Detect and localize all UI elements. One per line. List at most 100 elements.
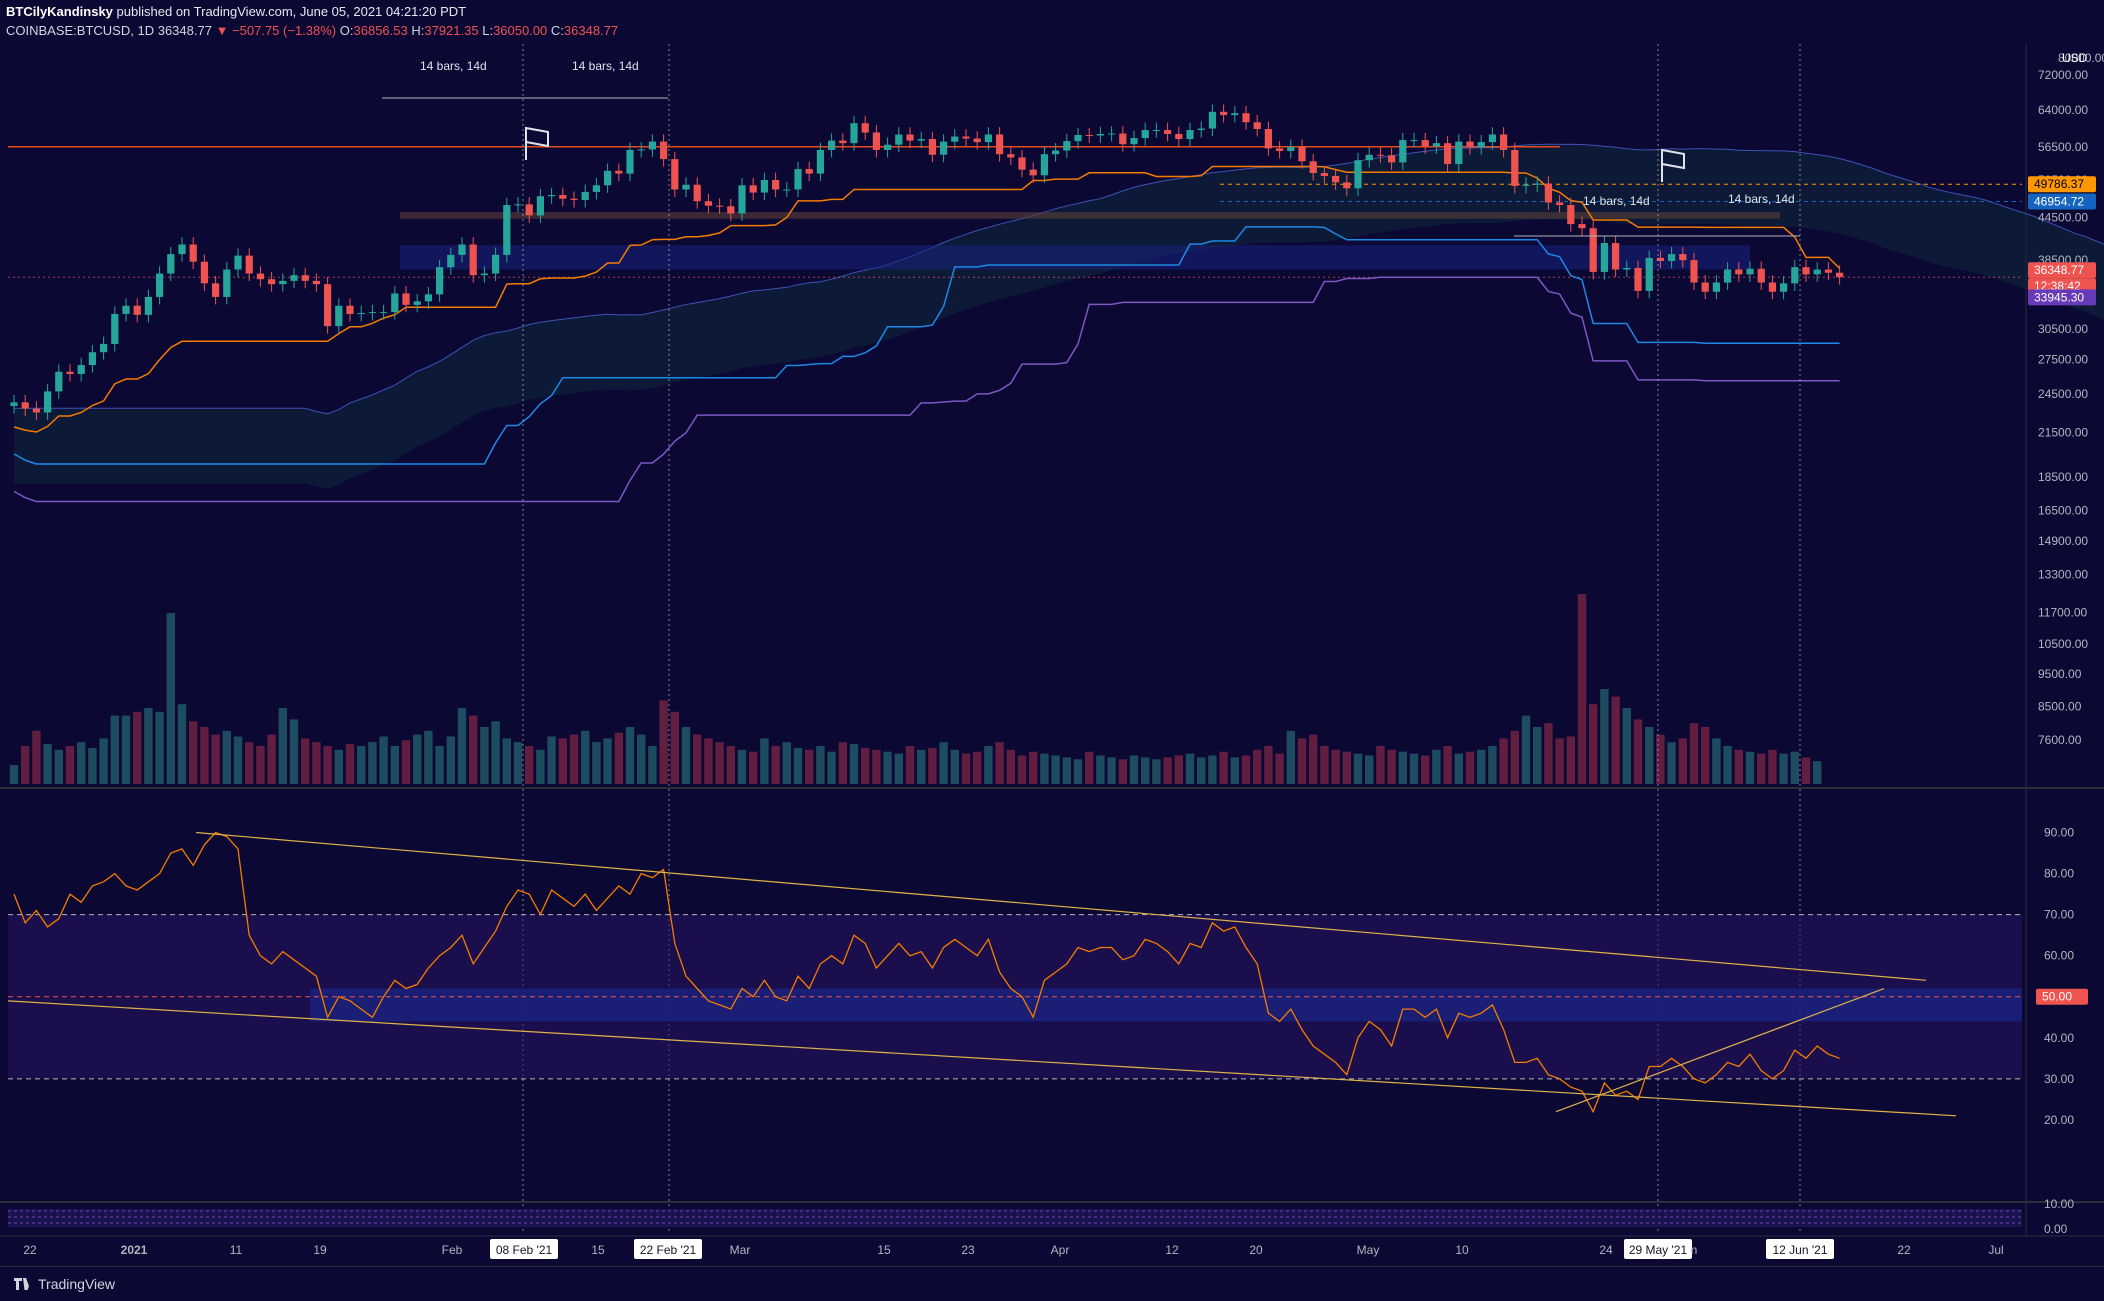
volume-bar	[592, 742, 601, 784]
candle-body	[1690, 260, 1698, 283]
price-tick-label: 72000.00	[2038, 68, 2088, 82]
volume-bar	[905, 746, 915, 784]
volume-bar	[1779, 753, 1788, 784]
candle-body	[940, 141, 948, 155]
rsi-tick-label: 10.00	[2044, 1197, 2074, 1211]
candle-body	[1287, 146, 1295, 152]
rsi-tick-label: 60.00	[2044, 949, 2074, 963]
candle-body	[44, 391, 52, 413]
time-tick-label: 12	[1165, 1243, 1179, 1257]
candle-body	[1746, 268, 1754, 275]
time-tick-label: 19	[313, 1243, 327, 1257]
volume-bar	[357, 746, 366, 784]
candle-body	[648, 141, 656, 150]
candle-body	[1634, 267, 1642, 291]
volume-bar	[1689, 723, 1699, 784]
candle-body	[559, 194, 567, 199]
candle-body	[503, 205, 511, 255]
price-tick-label: 24500.00	[2038, 387, 2088, 401]
chart-canvas[interactable]: 14 bars, 14d 14 bars, 14d 14 bars, 14d 14 b…	[0, 0, 2104, 1266]
candle-body	[144, 296, 152, 315]
price-tick-label: 8500.00	[2038, 700, 2082, 714]
candle-body	[447, 254, 455, 268]
time-tick-label: Apr	[1051, 1243, 1070, 1257]
candle-body	[1679, 254, 1687, 261]
tradingview-brand[interactable]: TradingView	[14, 1276, 115, 1292]
volume-bar	[1185, 753, 1195, 784]
candle-body	[1623, 267, 1631, 270]
rsi-tick-label: 30.00	[2044, 1072, 2074, 1086]
rsi-tick-label: 20.00	[2044, 1113, 2074, 1127]
volume-bar	[1253, 749, 1262, 784]
candle-body	[469, 244, 477, 276]
bars-note: 14 bars, 14d	[1583, 194, 1650, 208]
candle-body	[1085, 135, 1093, 137]
volume-bar	[99, 738, 108, 784]
volume-bar	[1454, 753, 1463, 784]
volume-bar	[177, 704, 187, 784]
candle-body	[189, 244, 197, 262]
candle-body	[1735, 269, 1743, 275]
volume-bar	[1555, 738, 1564, 784]
candle-body	[1208, 111, 1216, 129]
volume-bar	[984, 746, 993, 784]
candle-body	[805, 169, 813, 174]
candle-body	[1175, 134, 1183, 140]
price-tick-label: 27500.00	[2038, 353, 2088, 367]
volume-bar	[1533, 727, 1542, 784]
candle-body	[772, 179, 780, 190]
candle-body	[951, 136, 959, 142]
highlight-zone	[400, 245, 1750, 270]
volume-bar	[928, 747, 937, 784]
candle-body	[984, 134, 992, 143]
candle-body	[816, 149, 824, 174]
volume-bar	[1342, 751, 1351, 784]
volume-bar	[222, 730, 231, 784]
price-tick-label: 10500.00	[2038, 637, 2088, 651]
candle-body	[55, 371, 63, 392]
candle-body	[32, 408, 40, 413]
candle-body	[548, 194, 556, 197]
candle-body	[1802, 267, 1810, 275]
volume-bar	[166, 613, 175, 784]
time-tick-label: Jul	[1988, 1243, 2003, 1257]
candle-body	[1522, 184, 1530, 186]
volume-bar	[457, 708, 467, 784]
volume-bar	[614, 732, 623, 784]
bars-note: 14 bars, 14d	[572, 59, 639, 73]
currency-label: USD	[2062, 51, 2088, 65]
candle-body	[1130, 138, 1138, 145]
volume-bar	[1029, 751, 1038, 784]
volume-bar	[1432, 749, 1441, 784]
volume-bar	[737, 749, 747, 784]
candle-body	[660, 141, 668, 160]
candle-body	[615, 170, 623, 174]
price-tag-blue: 46954.72	[2034, 195, 2084, 209]
candle-body	[402, 293, 410, 305]
candle-body	[884, 144, 892, 150]
rsi-tick-label: 40.00	[2044, 1031, 2074, 1045]
volume-bar	[1118, 759, 1127, 784]
rsi-tick-label: 70.00	[2044, 908, 2074, 922]
price-tick-label: 13300.00	[2038, 567, 2088, 581]
candle	[1511, 142, 1519, 194]
rsi-tick-label: 90.00	[2044, 826, 2074, 840]
volume-bar	[155, 711, 164, 784]
volume-bar	[1600, 689, 1609, 784]
rsi-zone	[310, 988, 2022, 1022]
volume-bar	[88, 747, 97, 784]
candle-body	[167, 254, 175, 274]
volume-bar	[345, 744, 355, 784]
volume-bar	[782, 742, 791, 784]
candle-body	[906, 134, 914, 141]
volume-bar	[1387, 749, 1396, 784]
candle-body	[1096, 134, 1104, 136]
volume-bar	[1365, 755, 1374, 784]
volume-bar	[760, 738, 769, 784]
volume-bar	[144, 708, 153, 784]
volume-bar	[670, 711, 679, 784]
volume-bar	[681, 727, 691, 784]
price-tick-label: 9500.00	[2038, 667, 2082, 681]
volume-bar	[1062, 757, 1071, 784]
volume-bar	[704, 738, 713, 784]
